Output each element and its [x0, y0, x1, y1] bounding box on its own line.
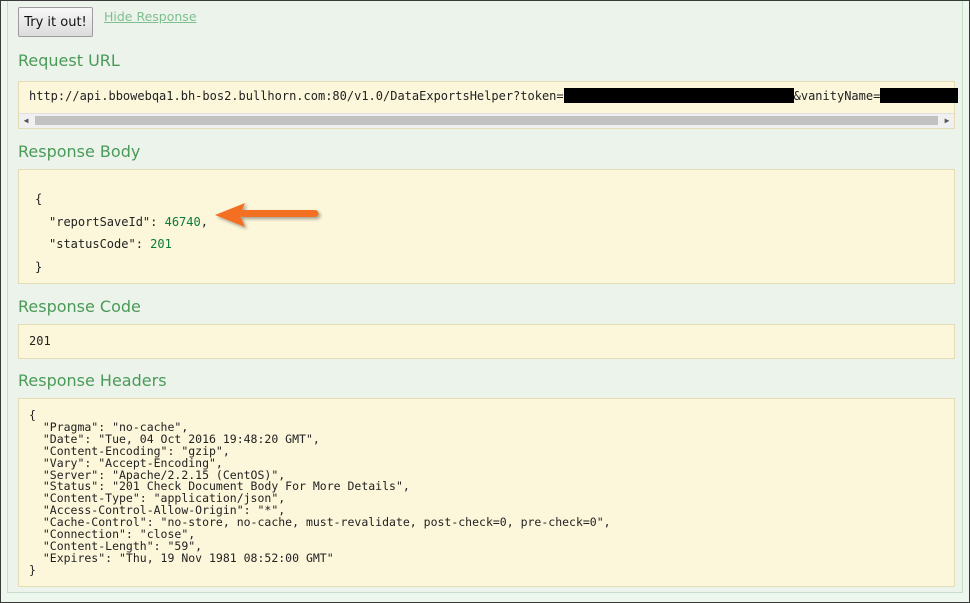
response-code-value: 201 [29, 334, 51, 348]
request-url-text[interactable]: http://api.bbowebqa1.bh-bos2.bullhorn.co… [29, 88, 959, 103]
response-body-box: { "reportSaveId": 46740, "statusCode": 2… [18, 169, 955, 284]
hide-response-link[interactable]: Hide Response [104, 9, 197, 24]
json-open-brace: { [35, 192, 43, 206]
request-url-box: http://api.bbowebqa1.bh-bos2.bullhorn.co… [18, 81, 959, 129]
json-key-report-save-id: "reportSaveId" [49, 214, 151, 229]
horizontal-scrollbar[interactable]: ◀ ▶ [19, 113, 954, 128]
triangle-left-icon[interactable]: ◀ [19, 114, 33, 128]
response-code-title: Response Code [18, 297, 141, 316]
response-headers-box: { "Pragma": "no-cache", "Date": "Tue, 04… [18, 398, 955, 587]
triangle-right-icon[interactable]: ▶ [940, 114, 954, 128]
json-value-report-save-id: 46740 [164, 214, 201, 229]
header-line: "Expires": "Thu, 19 Nov 1981 08:52:00 GM… [29, 550, 334, 565]
json-key-status-code: "statusCode" [49, 237, 136, 251]
screenshot-frame: Try it out! Hide Response Request URL ht… [0, 0, 970, 603]
request-url-title: Request URL [18, 51, 120, 70]
json-close-brace: } [35, 259, 43, 274]
arrow-left-icon [215, 203, 319, 227]
response-headers-title: Response Headers [18, 371, 167, 390]
json-value-status-code: 201 [150, 237, 172, 251]
json-line-report-save-id: "reportSaveId": 46740, [49, 214, 208, 229]
redacted-token [563, 88, 794, 103]
response-headers-json: { "Pragma": "no-cache", "Date": "Tue, 04… [29, 409, 611, 577]
request-url-middle: &vanityName= [793, 89, 881, 103]
request-url-prefix: http://api.bbowebqa1.bh-bos2.bullhorn.co… [29, 89, 564, 103]
scrollbar-thumb[interactable] [35, 116, 938, 125]
try-it-out-button[interactable]: Try it out! [18, 7, 93, 37]
response-code-box: 201 [18, 324, 955, 359]
response-body-json: { "reportSaveId": 46740, "statusCode": 2… [35, 188, 208, 278]
redacted-vanity-name [880, 88, 959, 103]
json-line-status-code: "statusCode": 201 [49, 237, 172, 251]
headers-close-brace: } [29, 562, 36, 577]
response-body-title: Response Body [18, 142, 141, 161]
